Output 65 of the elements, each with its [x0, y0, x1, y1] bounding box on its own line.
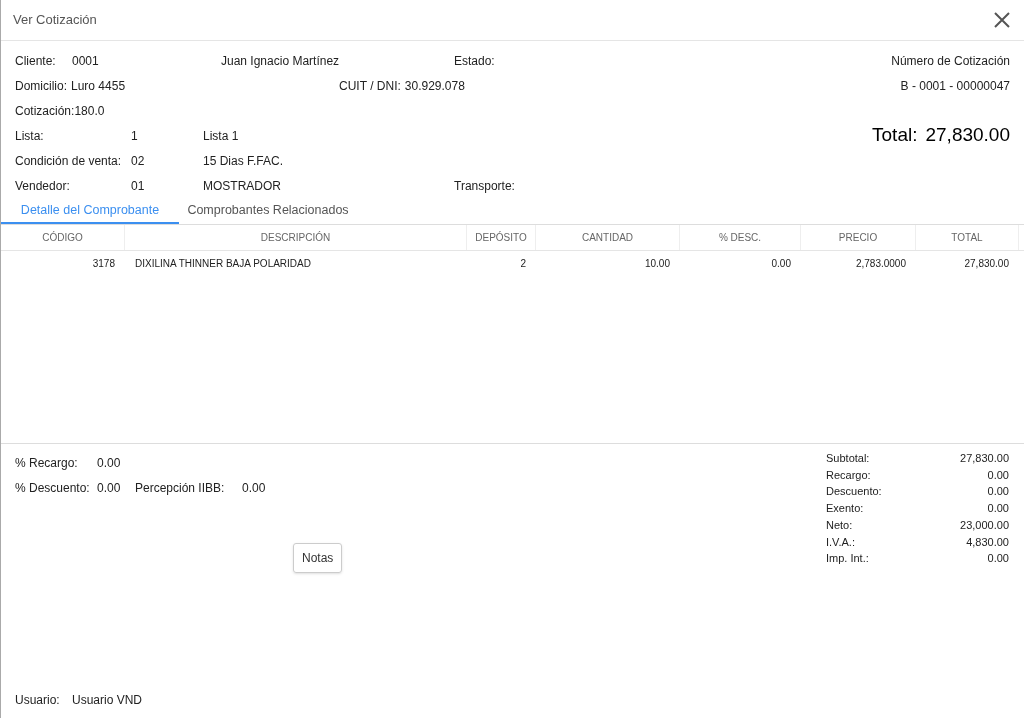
- table-cell-text: 2,783.0000: [854, 256, 907, 271]
- field-label: Percepción IIBB:: [135, 479, 226, 497]
- field-value: MOSTRADOR: [203, 177, 282, 195]
- window-title: Ver Cotización: [13, 11, 97, 30]
- field-label: Lista:: [15, 127, 45, 145]
- column-header: DESCRIPCIÓN: [125, 225, 467, 250]
- column-header: TOTAL: [916, 225, 1019, 250]
- table-cell-text: 27,830.00: [963, 256, 1010, 271]
- total-label: Recargo:: [826, 467, 871, 483]
- column-header: CÓDIGO: [1, 225, 125, 250]
- field-value: 02: [131, 152, 146, 170]
- field-label: Condición de venta:: [15, 152, 123, 170]
- tab[interactable]: Comprobantes Relacionados: [179, 198, 357, 224]
- total-value: 0.00: [987, 551, 1009, 567]
- quote-number: B - 0001 - 00000047: [900, 77, 1010, 95]
- table-cell-text: 0.00: [770, 256, 792, 271]
- notes-button[interactable]: Notas: [293, 543, 343, 573]
- field-label: Domicilio:: [15, 77, 67, 95]
- close-button[interactable]: [992, 10, 1012, 30]
- total-label: Total:: [872, 123, 918, 148]
- field-value: Usuario VND: [72, 692, 143, 709]
- total-label: Exento:: [826, 501, 864, 517]
- field-label: Transporte:: [454, 177, 515, 195]
- field-label: Estado:: [454, 52, 495, 70]
- field-value: 180.0: [74, 102, 105, 120]
- table-cell-text: 2: [519, 256, 527, 271]
- field-value: 0.00: [242, 479, 266, 497]
- field-label: Cotización:: [15, 102, 75, 120]
- field-value: Lista 1: [203, 127, 239, 145]
- total-label: Descuento:: [826, 484, 882, 500]
- field-label: Vendedor:: [15, 177, 71, 195]
- field-value: Juan Ignacio Martínez: [221, 52, 341, 70]
- close-icon: [994, 12, 1010, 28]
- field-value: 01: [131, 177, 146, 195]
- total-label: I.V.A.:: [826, 534, 855, 550]
- field-value: 0.00: [97, 479, 122, 497]
- total-label: Neto:: [826, 517, 853, 533]
- field-label: Número de Cotización: [891, 52, 1010, 70]
- total-value: 27,830.00: [960, 451, 1009, 467]
- total-value: 4,830.00: [966, 534, 1009, 550]
- total-value: 23,000.00: [960, 517, 1009, 533]
- total-value: 0.00: [987, 484, 1009, 500]
- field-value: Luro 4455: [71, 77, 127, 95]
- field-label: CUIT / DNI:: [339, 77, 401, 95]
- column-header: CANTIDAD: [536, 225, 680, 250]
- table-cell-text: DIXILINA THINNER BAJA POLARIDAD: [134, 256, 312, 271]
- total-value: 0.00: [987, 467, 1009, 483]
- field-value: 15 Dias F.FAC.: [203, 152, 284, 170]
- field-value: 0.00: [97, 454, 121, 472]
- field-label: Cliente:: [15, 52, 57, 70]
- table-cell-text: 10.00: [643, 256, 671, 271]
- field-label: Usuario:: [15, 692, 61, 709]
- column-header: DEPÓSITO: [467, 225, 536, 250]
- column-header: % DESC.: [680, 225, 801, 250]
- field-label: % Descuento:: [15, 479, 91, 497]
- total-value: 0.00: [987, 501, 1009, 517]
- field-value: 0001: [72, 52, 100, 70]
- field-value: 1: [131, 127, 139, 145]
- field-label: % Recargo:: [15, 454, 79, 472]
- total-value: 27,830.00: [925, 123, 1010, 148]
- column-header: PRECIO: [801, 225, 916, 250]
- total-label: Subtotal:: [826, 451, 870, 467]
- field-value: 30.929.078: [404, 77, 465, 95]
- total-label: Imp. Int.:: [826, 551, 869, 567]
- table-cell-text: 3178: [91, 256, 116, 271]
